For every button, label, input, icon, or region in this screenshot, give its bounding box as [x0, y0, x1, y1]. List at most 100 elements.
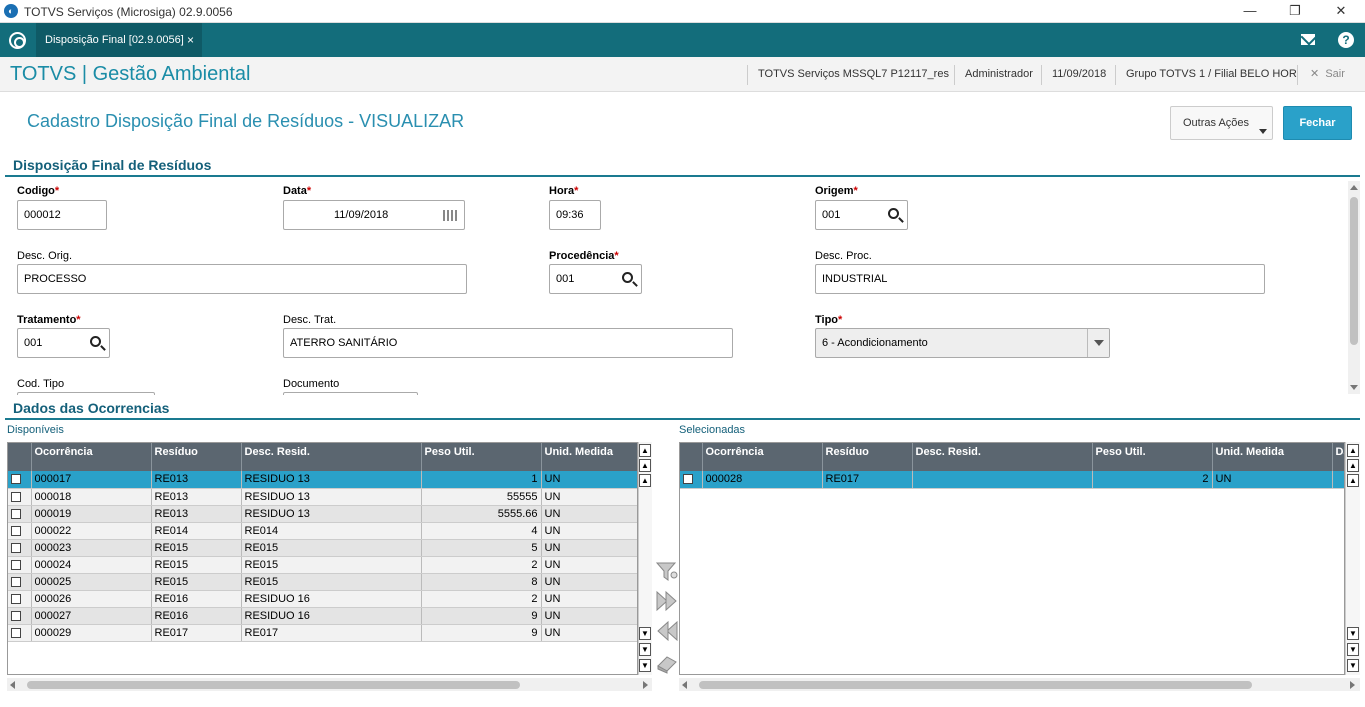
tab-disposicao-final[interactable]: Disposição Final [02.9.0056] × [36, 23, 202, 57]
scroll-top-icon[interactable]: ▲ [639, 444, 651, 457]
table-row[interactable]: 000025 RE015 RE015 8 UN [8, 573, 637, 591]
column-header[interactable]: Unid. Medida [1212, 443, 1333, 471]
row-checkbox-cell[interactable] [8, 522, 32, 540]
eraser-icon[interactable] [655, 651, 679, 675]
scroll-down-icon[interactable] [1350, 385, 1358, 390]
page-up-icon[interactable]: ▲ [639, 459, 651, 472]
form-scrollbar[interactable] [1348, 181, 1360, 394]
search-icon[interactable] [90, 336, 101, 347]
row-checkbox-cell[interactable] [8, 539, 32, 557]
column-header[interactable]: Ocorrência [702, 443, 823, 471]
column-header[interactable]: Ocorrência [31, 443, 152, 471]
table-row[interactable]: 000027 RE016 RESIDUO 16 9 UN [8, 607, 637, 625]
column-header[interactable]: Desc. Resid. [241, 443, 422, 471]
column-header[interactable]: Desc. Resid. [912, 443, 1093, 471]
page-up-icon[interactable]: ▲ [1347, 459, 1359, 472]
row-checkbox-cell[interactable] [8, 590, 32, 608]
row-checkbox[interactable] [11, 593, 21, 604]
row-checkbox-cell[interactable] [8, 624, 32, 642]
filter-icon[interactable] [655, 560, 679, 584]
table-row[interactable]: 000017 RE013 RESIDUO 13 1 UN [8, 471, 637, 489]
scroll-right-icon[interactable] [643, 681, 648, 689]
exit-button[interactable]: ✕ Sair [1310, 67, 1345, 80]
scroll-down-icon[interactable]: ▼ [639, 627, 651, 640]
table-row[interactable]: 000028 RE017 2 UN [680, 471, 1344, 489]
selecionadas-hscroll[interactable] [679, 678, 1360, 691]
row-checkbox-cell[interactable] [8, 607, 32, 625]
desc-trat-field[interactable]: ATERRO SANITÁRIO [283, 328, 733, 358]
row-checkbox-cell[interactable] [680, 471, 703, 489]
calendar-icon[interactable] [443, 210, 458, 221]
codigo-field[interactable]: 000012 [17, 200, 107, 230]
row-checkbox[interactable] [11, 491, 21, 502]
row-checkbox[interactable] [11, 474, 21, 485]
row-checkbox[interactable] [11, 508, 21, 519]
row-checkbox[interactable] [11, 525, 21, 536]
scroll-top-icon[interactable]: ▲ [1347, 444, 1359, 457]
disponiveis-vscroll[interactable]: ▲ ▲ ▲ ▼ ▼ ▼ [638, 442, 652, 675]
tab-close-icon[interactable]: × [187, 23, 194, 57]
row-checkbox-cell[interactable] [8, 573, 32, 591]
cod-tipo-field[interactable] [17, 392, 155, 395]
table-row[interactable]: 000029 RE017 RE017 9 UN [8, 624, 637, 642]
close-window-button[interactable]: ✕ [1327, 1, 1355, 21]
search-icon[interactable] [888, 208, 899, 219]
branch-info[interactable]: Grupo TOTVS 1 / Filial BELO HOR [1126, 68, 1297, 80]
scroll-thumb[interactable] [1350, 197, 1358, 345]
desc-proc-field[interactable]: INDUSTRIAL [815, 264, 1265, 294]
column-header[interactable]: Peso Util. [421, 443, 542, 471]
desc-orig-field[interactable]: PROCESSO [17, 264, 467, 294]
selecionadas-vscroll[interactable]: ▲ ▲ ▲ ▼ ▼ ▼ [1345, 442, 1360, 675]
column-header[interactable]: Peso Util. [1092, 443, 1213, 471]
minimize-button[interactable]: — [1236, 1, 1264, 21]
column-header[interactable]: Unid. Medida [541, 443, 637, 471]
procedencia-field[interactable]: 001 [549, 264, 642, 294]
other-actions-button[interactable]: Outras Ações [1170, 106, 1273, 140]
scroll-up-icon[interactable]: ▲ [639, 474, 651, 487]
table-row[interactable]: 000024 RE015 RE015 2 UN [8, 556, 637, 574]
scroll-bottom-icon[interactable]: ▼ [639, 659, 651, 672]
move-all-right-icon[interactable] [655, 589, 679, 613]
documento-field[interactable] [283, 392, 418, 395]
totvs-logo-icon[interactable] [9, 32, 26, 49]
row-checkbox[interactable] [683, 474, 693, 485]
column-header[interactable]: Da [1332, 443, 1344, 471]
table-row[interactable]: 000018 RE013 RESIDUO 13 55555 UN [8, 488, 637, 506]
row-checkbox-cell[interactable] [8, 556, 32, 574]
close-button[interactable]: Fechar [1283, 106, 1352, 140]
page-down-icon[interactable]: ▼ [1347, 643, 1359, 656]
scroll-down-icon[interactable]: ▼ [1347, 627, 1359, 640]
selecionadas-grid[interactable]: Ocorrência Resíduo Desc. Resid. Peso Uti… [679, 442, 1345, 675]
row-checkbox[interactable] [11, 542, 21, 553]
row-checkbox-cell[interactable] [8, 505, 32, 523]
table-row[interactable]: 000019 RE013 RESIDUO 13 5555.66 UN [8, 505, 637, 523]
search-icon[interactable] [622, 272, 633, 283]
column-header[interactable]: Resíduo [151, 443, 242, 471]
disponiveis-hscroll[interactable] [7, 678, 652, 691]
tipo-select[interactable]: 6 - Acondicionamento [815, 328, 1110, 358]
restore-button[interactable]: ❐ [1281, 1, 1309, 21]
row-checkbox-cell[interactable] [8, 488, 32, 506]
table-row[interactable]: 000026 RE016 RESIDUO 16 2 UN [8, 590, 637, 608]
hora-field[interactable]: 09:36 [549, 200, 601, 230]
table-row[interactable]: 000023 RE015 RE015 5 UN [8, 539, 637, 557]
scroll-thumb[interactable] [27, 681, 520, 689]
scroll-bottom-icon[interactable]: ▼ [1347, 659, 1359, 672]
data-field[interactable]: 11/09/2018 [283, 200, 465, 230]
row-checkbox[interactable] [11, 559, 21, 570]
disponiveis-grid[interactable]: Ocorrência Resíduo Desc. Resid. Peso Uti… [7, 442, 638, 675]
scroll-right-icon[interactable] [1350, 681, 1355, 689]
scroll-up-icon[interactable] [1350, 185, 1358, 190]
row-checkbox[interactable] [11, 610, 21, 621]
page-down-icon[interactable]: ▼ [639, 643, 651, 656]
move-all-left-icon[interactable] [655, 619, 679, 643]
row-checkbox-cell[interactable] [8, 471, 32, 489]
scroll-left-icon[interactable] [682, 681, 687, 689]
row-checkbox[interactable] [11, 627, 21, 638]
origem-field[interactable]: 001 [815, 200, 908, 230]
row-checkbox[interactable] [11, 576, 21, 587]
table-row[interactable]: 000022 RE014 RE014 4 UN [8, 522, 637, 540]
tratamento-field[interactable]: 001 [17, 328, 110, 358]
scroll-left-icon[interactable] [10, 681, 15, 689]
help-icon[interactable]: ? [1338, 32, 1354, 48]
